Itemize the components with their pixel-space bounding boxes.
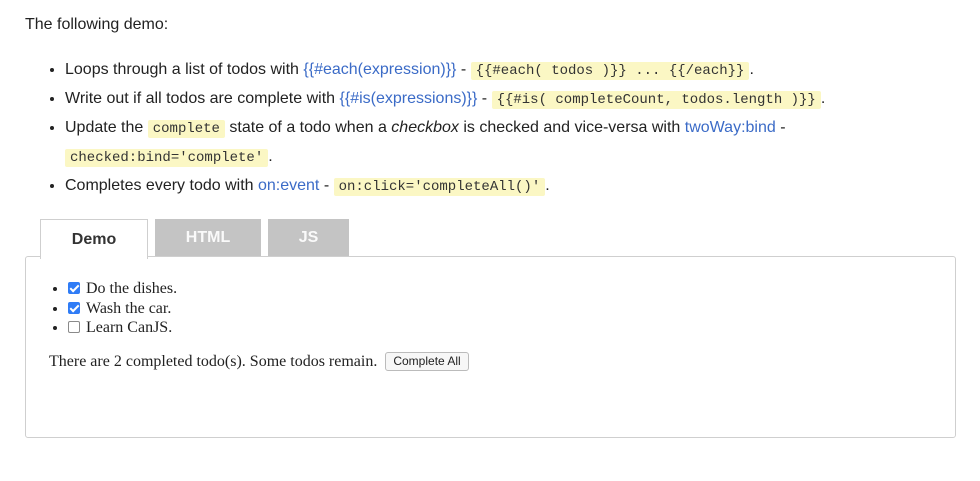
todo-label: Learn CanJS. [86,319,173,336]
status-text: There are 2 completed todo(s). Some todo… [49,353,378,370]
twoway-bind-link[interactable]: twoWay:bind [685,119,776,136]
feature-text: Completes every todo with [65,177,258,194]
feature-text: is checked and vice-versa with [458,119,685,136]
complete-all-button[interactable]: Complete All [385,352,469,371]
tab-js[interactable]: JS [268,219,349,256]
tab-demo[interactable]: Demo [40,219,148,259]
separator: - [477,90,492,107]
separator: - [456,61,471,78]
is-code-snippet: {{#is( completeCount, todos.length )}} [491,91,821,109]
feature-text: Update the [65,119,148,136]
feature-text: state of a todo when a [224,119,392,136]
period: . [545,177,550,194]
period: . [820,90,826,107]
todo-checkbox[interactable] [68,301,80,314]
intro-text: The following demo: [25,16,169,33]
complete-code-snippet: complete [147,120,225,138]
todo-checkbox[interactable] [68,282,80,294]
is-expressions-link[interactable]: {{#is(expressions)}} [340,90,478,107]
tab-html[interactable]: HTML [155,219,261,256]
feature-item-is: Write out if all todos are complete with… [65,85,965,114]
status-line: There are 2 completed todo(s). Some todo… [49,352,469,371]
feature-item-event: Completes every todo with on:event - on:… [65,172,965,201]
on-click-code-snippet: on:click='completeAll()' [333,178,546,196]
todo-label: Wash the car. [86,299,172,317]
todo-label: Do the dishes. [86,280,178,297]
separator: - [319,177,334,194]
period: . [268,148,273,165]
todo-list: Do the dishes. Wash the car. Learn CanJS… [48,279,177,338]
on-event-link[interactable]: on:event [258,177,319,194]
separator: - [775,119,786,136]
each-code-snippet: {{#each( todos )}} ... {{/each}} [470,62,750,80]
feature-item-each: Loops through a list of todos with {{#ea… [65,56,965,85]
feature-text: Write out if all todos are complete with [65,90,340,107]
todo-item: Learn CanJS. [68,318,177,338]
period: . [749,61,754,78]
todo-checkbox[interactable] [68,321,80,333]
page: The following demo: Loops through a list… [0,0,980,481]
todo-item: Wash the car. [68,299,177,319]
checkbox-emphasis: checkbox [391,119,459,136]
feature-list: Loops through a list of todos with {{#ea… [25,56,965,201]
each-expression-link[interactable]: {{#each(expression)}} [303,61,456,78]
feature-text: Loops through a list of todos with [65,61,304,78]
todo-item: Do the dishes. [68,279,177,299]
checked-bind-code-snippet: checked:bind='complete' [65,149,269,167]
feature-item-twoway: Update the complete state of a todo when… [65,114,965,172]
